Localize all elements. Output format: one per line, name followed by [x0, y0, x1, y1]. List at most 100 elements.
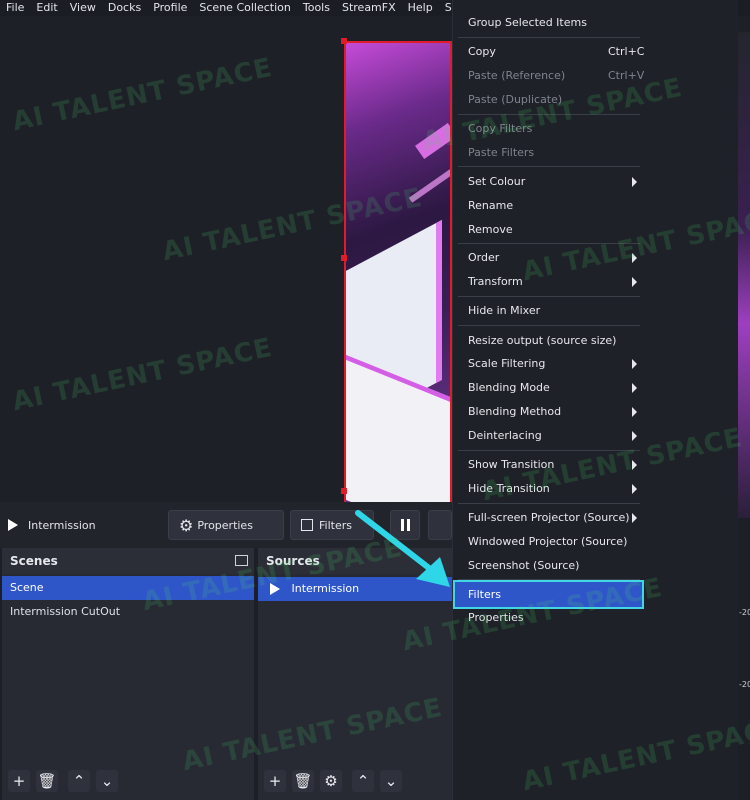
menu-item-label: Show Transition	[468, 458, 555, 471]
menu-item-transform[interactable]: Transform	[456, 271, 646, 293]
menu-separator	[458, 243, 640, 244]
menu-item-scale-filtering[interactable]: Scale Filtering	[456, 353, 646, 375]
scenes-dock: Scenes Scene Intermission CutOut + 🗑 ⌃ ⌄	[2, 548, 254, 800]
current-scene: Intermission	[8, 510, 96, 540]
preview-source[interactable]	[344, 41, 452, 507]
menu-item-show-transition[interactable]: Show Transition	[456, 454, 646, 476]
menu-item-blending-method[interactable]: Blending Method	[456, 401, 646, 423]
sources-toolbar: + 🗑 ⚙ ⌃ ⌄	[258, 770, 402, 792]
submenu-arrow-icon	[632, 460, 637, 470]
menu-separator	[458, 503, 640, 504]
preview-graphic	[415, 122, 450, 160]
menu-streamfx[interactable]: StreamFX	[336, 0, 402, 16]
move-down-icon[interactable]: ⌄	[96, 770, 118, 792]
submenu-arrow-icon	[632, 277, 637, 287]
menu-view[interactable]: View	[64, 0, 102, 16]
menu-item-windowed-projector[interactable]: Windowed Projector (Source)	[456, 531, 646, 553]
menu-item-label: Full-screen Projector (Source)	[468, 511, 630, 524]
trash-icon[interactable]: 🗑	[292, 770, 314, 792]
move-up-icon[interactable]: ⌃	[352, 770, 374, 792]
menu-separator	[458, 37, 640, 38]
menu-item-blending-mode[interactable]: Blending Mode	[456, 377, 646, 399]
menu-separator	[458, 325, 640, 326]
menu-item-deinterlacing[interactable]: Deinterlacing	[456, 425, 646, 447]
submenu-arrow-icon	[632, 407, 637, 417]
resize-handle[interactable]	[341, 38, 347, 44]
annotation-arrow	[355, 510, 450, 587]
menu-separator	[458, 296, 640, 297]
gear-icon: ⚙	[179, 515, 194, 535]
menu-separator	[458, 166, 640, 167]
meter-label: -20	[739, 680, 750, 689]
menu-item-order[interactable]: Order	[456, 247, 646, 269]
trash-icon[interactable]: 🗑	[36, 770, 58, 792]
menu-item-label: Scale Filtering	[468, 357, 546, 370]
context-menu-backdrop	[645, 0, 738, 800]
gear-icon[interactable]: ⚙	[320, 770, 342, 792]
filters-icon	[301, 519, 313, 531]
menu-scene-collection[interactable]: Scene Collection	[193, 0, 296, 16]
menu-item-label: Blending Method	[468, 405, 562, 418]
menu-file[interactable]: File	[0, 0, 30, 16]
menu-item-paste-duplicate: Paste (Duplicate)	[468, 93, 563, 106]
menu-edit[interactable]: Edit	[30, 0, 63, 16]
shortcut-label: Ctrl+C	[608, 45, 645, 58]
menu-item-label: Order	[468, 251, 500, 264]
menu-item-fullscreen-projector[interactable]: Full-screen Projector (Source)	[456, 507, 646, 529]
scene-item[interactable]: Scene	[2, 576, 254, 600]
current-scene-label: Intermission	[28, 518, 96, 532]
menu-item-group-selected[interactable]: Group Selected Items	[456, 12, 646, 34]
preview-edge	[738, 32, 750, 518]
menu-item-set-colour[interactable]: Set Colour	[456, 171, 646, 193]
menu-separator	[458, 114, 640, 115]
menu-item-label: Blending Mode	[468, 381, 550, 394]
menu-tools[interactable]: Tools	[297, 0, 336, 16]
menu-item-label: Copy	[468, 45, 496, 58]
menu-item-resize-output[interactable]: Resize output (source size)	[456, 330, 646, 352]
scenes-dock-title: Scenes	[2, 548, 254, 574]
menu-item-hide-transition[interactable]: Hide Transition	[456, 478, 646, 500]
menu-item-label: Deinterlacing	[468, 429, 542, 442]
preview-graphic	[408, 169, 450, 203]
play-icon	[270, 583, 280, 595]
undock-icon[interactable]	[235, 555, 248, 566]
submenu-arrow-icon	[632, 513, 637, 523]
menu-item-label: Set Colour	[468, 175, 526, 188]
resize-handle[interactable]	[341, 255, 347, 261]
submenu-arrow-icon	[632, 431, 637, 441]
scenes-title: Scenes	[10, 554, 58, 568]
menu-profile[interactable]: Profile	[147, 0, 193, 16]
move-up-icon[interactable]: ⌃	[68, 770, 90, 792]
menu-item-remove[interactable]: Remove	[456, 219, 646, 241]
submenu-arrow-icon	[632, 484, 637, 494]
menu-item-hide-in-mixer[interactable]: Hide in Mixer	[456, 300, 646, 322]
menu-item-rename[interactable]: Rename	[456, 195, 646, 217]
menu-item-screenshot[interactable]: Screenshot (Source)	[456, 555, 646, 577]
menu-item-paste-reference: Paste (Reference) Ctrl+V	[456, 65, 646, 87]
properties-label: Properties	[197, 518, 253, 532]
submenu-arrow-icon	[632, 359, 637, 369]
play-icon	[8, 519, 18, 531]
menu-item-label: Transform	[468, 275, 523, 288]
properties-button[interactable]: ⚙ Properties	[168, 510, 284, 540]
add-scene-icon[interactable]: +	[8, 770, 30, 792]
resize-handle[interactable]	[341, 488, 347, 494]
submenu-arrow-icon	[632, 253, 637, 263]
menu-item-copy-filters: Copy Filters	[468, 122, 533, 135]
scenes-toolbar: + 🗑 ⌃ ⌄	[2, 770, 118, 792]
menu-separator	[458, 450, 640, 451]
menu-docks[interactable]: Docks	[102, 0, 147, 16]
add-source-icon[interactable]: +	[264, 770, 286, 792]
sources-title: Sources	[266, 554, 320, 568]
meter-label: -20	[739, 608, 750, 617]
shortcut-label: Ctrl+V	[608, 69, 645, 82]
scene-item[interactable]: Intermission CutOut	[2, 600, 254, 624]
menu-item-label: Paste (Reference)	[468, 69, 566, 82]
menu-help[interactable]: Help	[402, 0, 439, 16]
menu-item-properties[interactable]: Properties	[456, 607, 646, 629]
submenu-arrow-icon	[632, 383, 637, 393]
move-down-icon[interactable]: ⌄	[380, 770, 402, 792]
submenu-arrow-icon	[632, 177, 637, 187]
menu-item-copy[interactable]: Copy Ctrl+C	[456, 41, 646, 63]
menu-item-filters[interactable]: Filters	[456, 584, 646, 606]
